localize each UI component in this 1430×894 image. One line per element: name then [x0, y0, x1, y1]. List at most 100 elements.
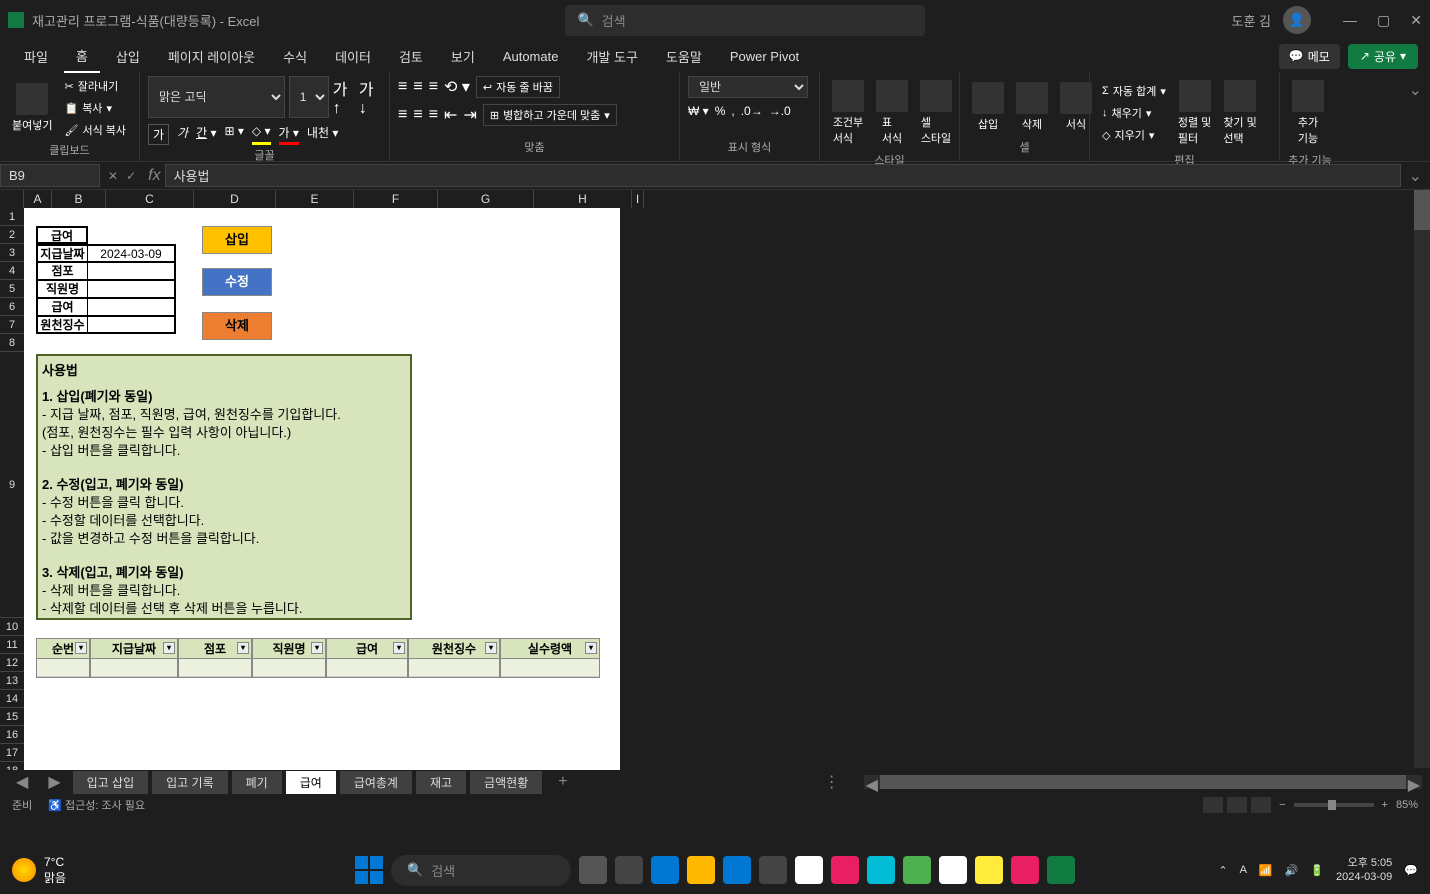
row-4[interactable]: 4	[0, 262, 24, 280]
col-E[interactable]: E	[276, 190, 354, 208]
align-left-icon[interactable]: ≡	[398, 106, 407, 124]
sheet-tab-money[interactable]: 금액현황	[470, 771, 542, 794]
sheet-tab-inbound-log[interactable]: 입고 기록	[152, 771, 228, 794]
zoom-in-button[interactable]: +	[1382, 799, 1388, 811]
bold-button[interactable]: 가	[148, 124, 169, 145]
taskbar-app-9[interactable]	[867, 856, 895, 884]
tab-view[interactable]: 보기	[439, 41, 487, 72]
merge-center-button[interactable]: ⊞ 병합하고 가운데 맞춤 ▾	[483, 104, 617, 126]
name-box[interactable]	[0, 164, 100, 187]
tab-powerpivot[interactable]: Power Pivot	[718, 43, 811, 70]
taskbar-app-10[interactable]	[903, 856, 931, 884]
tray-wifi-icon[interactable]: 📶	[1259, 864, 1273, 877]
font-grow-icon[interactable]: 가↑	[333, 76, 355, 118]
tray-notifications-icon[interactable]: 💬	[1404, 864, 1418, 877]
sort-filter-button[interactable]: 정렬 및 필터	[1174, 76, 1215, 150]
tray-clock[interactable]: 오후 5:05 2024-03-09	[1336, 856, 1392, 884]
tab-file[interactable]: 파일	[12, 41, 60, 72]
tab-developer[interactable]: 개발 도구	[574, 41, 649, 72]
taskbar-app-1[interactable]	[579, 856, 607, 884]
tab-help[interactable]: 도움말	[654, 41, 714, 72]
fill-color-button[interactable]: ◇ ▾	[252, 124, 271, 145]
tab-home[interactable]: 홈	[64, 40, 100, 73]
underline-button[interactable]: 간 ▾	[196, 124, 216, 145]
view-normal-button[interactable]	[1203, 797, 1223, 813]
indent-increase-icon[interactable]: ⇥	[463, 105, 476, 125]
border-button[interactable]: ⊞ ▾	[225, 124, 244, 145]
font-size-select[interactable]: 12	[289, 76, 329, 118]
filter-net-icon[interactable]: ▾	[585, 642, 597, 654]
maximize-button[interactable]: ▢	[1377, 12, 1390, 29]
col-A[interactable]: A	[24, 190, 52, 208]
minimize-button[interactable]: —	[1343, 12, 1357, 29]
tab-page-layout[interactable]: 페이지 레이아웃	[156, 41, 267, 72]
table-format-button[interactable]: 표 서식	[872, 76, 912, 150]
fx-icon[interactable]: fx	[144, 167, 164, 185]
col-H[interactable]: H	[534, 190, 632, 208]
sheet-tab-stock[interactable]: 재고	[416, 771, 466, 794]
table-row[interactable]	[179, 659, 251, 677]
row-18[interactable]: 18	[0, 762, 24, 770]
currency-button[interactable]: ₩ ▾	[688, 104, 709, 118]
sheet-tab-salary[interactable]: 급여	[286, 771, 336, 794]
addins-button[interactable]: 추가 기능	[1288, 76, 1328, 150]
row-5[interactable]: 5	[0, 280, 24, 298]
taskbar-app-7[interactable]	[795, 856, 823, 884]
col-F[interactable]: F	[354, 190, 438, 208]
formula-expand-icon[interactable]: ⌄	[1401, 166, 1430, 186]
vertical-scrollbar[interactable]	[1414, 190, 1430, 768]
clear-button[interactable]: ◇ 지우기 ▾	[1098, 125, 1170, 145]
view-page-layout-button[interactable]	[1227, 797, 1247, 813]
row-1[interactable]: 1	[0, 208, 24, 226]
zoom-level[interactable]: 85%	[1396, 799, 1418, 811]
table-row[interactable]	[327, 659, 407, 677]
row-17[interactable]: 17	[0, 744, 24, 762]
orientation-icon[interactable]: ⟲ ▾	[444, 77, 470, 97]
tab-insert[interactable]: 삽입	[104, 41, 152, 72]
align-bottom-icon[interactable]: ≡	[429, 78, 438, 96]
hscroll-thumb[interactable]	[880, 775, 1406, 789]
taskbar-app-13[interactable]	[1011, 856, 1039, 884]
delete-cells-button[interactable]: 삭제	[1012, 78, 1052, 136]
tab-review[interactable]: 검토	[387, 41, 435, 72]
font-name-select[interactable]: 맑은 고딕	[148, 76, 285, 118]
row-10[interactable]: 10	[0, 618, 24, 636]
row-6[interactable]: 6	[0, 298, 24, 316]
tab-automate[interactable]: Automate	[491, 43, 571, 70]
taskbar-app-8[interactable]	[831, 856, 859, 884]
filter-seq-icon[interactable]: ▾	[75, 642, 87, 654]
taskbar-app-5[interactable]	[723, 856, 751, 884]
font-color-button[interactable]: 가 ▾	[279, 124, 299, 145]
taskbar-weather[interactable]: 7°C 맑음	[12, 855, 66, 886]
font-shrink-icon[interactable]: 가↓	[359, 76, 381, 118]
col-G[interactable]: G	[438, 190, 534, 208]
taskbar-app-11[interactable]	[939, 856, 967, 884]
align-middle-icon[interactable]: ≡	[413, 78, 422, 96]
table-row[interactable]	[253, 659, 325, 677]
tray-chevron-icon[interactable]: ⌃	[1218, 864, 1227, 877]
table-row[interactable]	[91, 659, 177, 677]
taskbar-app-2[interactable]	[615, 856, 643, 884]
decimal-increase-button[interactable]: .0→	[741, 104, 763, 118]
filter-salary-icon[interactable]: ▾	[393, 642, 405, 654]
row-2[interactable]: 2	[0, 226, 24, 244]
col-B[interactable]: B	[52, 190, 106, 208]
cancel-formula-icon[interactable]: ✕	[108, 169, 118, 183]
tray-battery-icon[interactable]: 🔋	[1310, 864, 1324, 877]
taskbar-app-3[interactable]	[651, 856, 679, 884]
share-button[interactable]: ↗ 공유 ▾	[1348, 44, 1418, 69]
wrap-text-button[interactable]: ↩ 자동 줄 바꿈	[476, 76, 560, 98]
taskbar-search[interactable]: 🔍 검색	[391, 855, 571, 886]
select-all-corner[interactable]	[0, 190, 24, 208]
avatar[interactable]: 👤	[1283, 6, 1311, 34]
col-D[interactable]: D	[194, 190, 276, 208]
italic-button[interactable]: 가	[177, 124, 188, 145]
tray-volume-icon[interactable]: 🔊	[1285, 864, 1299, 877]
scrollbar-thumb[interactable]	[1414, 190, 1430, 230]
memo-button[interactable]: 💬 메모	[1279, 44, 1340, 69]
copy-button[interactable]: 📋 복사 ▾	[60, 98, 130, 118]
percent-button[interactable]: %	[715, 104, 726, 118]
cell-styles-button[interactable]: 셀 스타일	[916, 76, 956, 150]
indent-decrease-icon[interactable]: ⇤	[444, 105, 457, 125]
col-I[interactable]: I	[632, 190, 644, 208]
